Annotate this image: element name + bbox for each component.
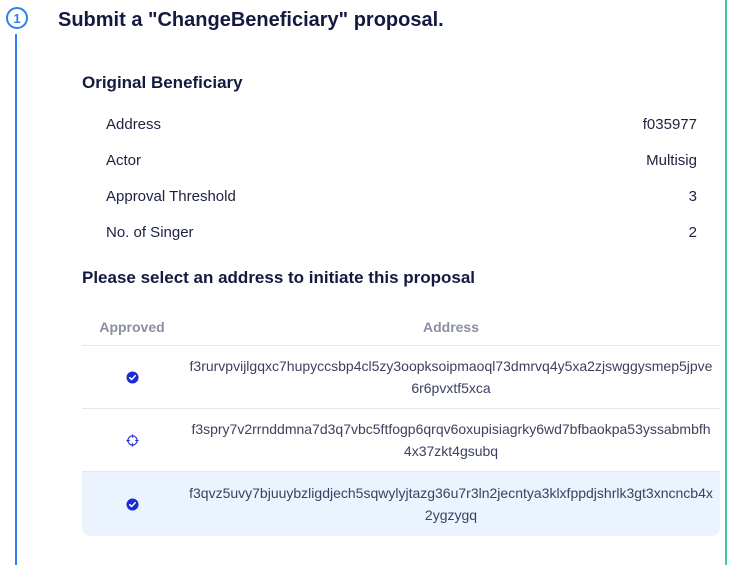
row-address: f3spry7v2rrnddmna7d3q7vbc5ftfogp6qrqv6ox…	[191, 421, 711, 459]
row-value: 2	[688, 223, 697, 241]
step-number-badge: 1	[6, 7, 28, 29]
row-label: Address	[106, 115, 162, 133]
table-row[interactable]: f3spry7v2rrnddmna7d3q7vbc5ftfogp6qrqv6ox…	[82, 409, 720, 472]
original-actor-row: Actor Multisig	[106, 149, 697, 171]
table-header: Approved Address	[82, 308, 720, 346]
step-title: Submit a "ChangeBeneficiary" proposal.	[58, 9, 444, 31]
column-header-approved: Approved	[99, 318, 165, 335]
row-label: Approval Threshold	[106, 187, 236, 205]
table-row[interactable]: f3rurvpvijlgqxc7hupyccsbp4cl5zy3oopksoip…	[82, 346, 720, 409]
row-value: 3	[688, 187, 697, 205]
check-circle-icon	[125, 370, 139, 384]
column-header-address: Address	[422, 318, 480, 335]
table-row-selected[interactable]: f3qvz5uvy7bjuuybzligdjech5sqwylyjtazg36u…	[82, 472, 720, 536]
row-address: f3qvz5uvy7bjuuybzligdjech5sqwylyjtazg36u…	[189, 485, 713, 523]
original-threshold-row: Approval Threshold 3	[106, 185, 697, 207]
row-label: Actor	[106, 151, 142, 169]
check-circle-icon	[125, 497, 139, 511]
row-label: No. of Singer	[106, 223, 194, 241]
original-beneficiary-title: Original Beneficiary	[82, 73, 243, 92]
crosshair-icon	[125, 433, 139, 447]
select-address-title: Please select an address to initiate thi…	[82, 268, 476, 287]
panel-right-border	[725, 0, 727, 565]
original-signer-row: No. of Singer 2	[106, 221, 697, 243]
address-table: Approved Address f3rurvpvijlgqxc7hupyccs…	[82, 308, 720, 536]
original-address-row: Address f035977	[106, 113, 697, 135]
step-timeline-line	[15, 34, 17, 565]
row-value: f035977	[642, 115, 697, 133]
row-value: Multisig	[646, 151, 697, 169]
row-address: f3rurvpvijlgqxc7hupyccsbp4cl5zy3oopksoip…	[189, 358, 713, 396]
